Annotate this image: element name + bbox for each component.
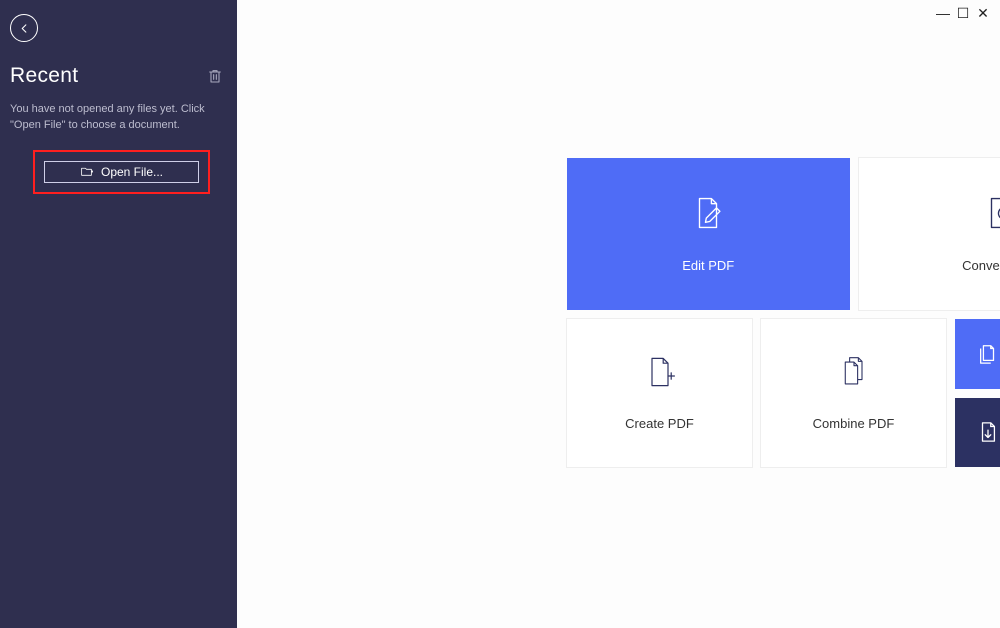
- convert-pdf-card[interactable]: Convert PDF: [859, 158, 1000, 310]
- open-file-button[interactable]: Open File...: [44, 161, 199, 183]
- create-pdf-label: Create PDF: [625, 416, 694, 431]
- edit-pdf-card[interactable]: Edit PDF: [567, 158, 850, 310]
- batch-process-icon: [977, 343, 999, 365]
- pdf-templates-icon: [977, 421, 999, 443]
- pdf-templates-card[interactable]: PDF Templates: [955, 398, 1000, 468]
- convert-pdf-icon: [983, 196, 1000, 230]
- minimize-button[interactable]: —: [936, 6, 950, 20]
- open-file-label: Open File...: [101, 165, 163, 179]
- open-file-icon: [80, 165, 93, 178]
- convert-pdf-label: Convert PDF: [962, 258, 1000, 273]
- batch-process-card[interactable]: Batch Process: [955, 319, 1000, 389]
- action-grid: Edit PDF Convert PDF: [567, 158, 1000, 467]
- sidebar: Recent You have not opened any files yet…: [0, 0, 237, 628]
- open-file-highlight: Open File...: [33, 150, 210, 194]
- back-button[interactable]: [10, 14, 38, 42]
- combine-pdf-label: Combine PDF: [813, 416, 895, 431]
- combine-pdf-card[interactable]: Combine PDF: [761, 319, 946, 467]
- edit-pdf-label: Edit PDF: [682, 258, 734, 273]
- window-controls: — ☐ ✕: [936, 6, 990, 20]
- edit-pdf-icon: [691, 196, 725, 230]
- trash-icon[interactable]: [207, 68, 223, 84]
- combine-pdf-icon: [838, 357, 870, 386]
- chevron-left-icon: [19, 23, 30, 34]
- maximize-button[interactable]: ☐: [956, 6, 970, 20]
- create-pdf-icon: [644, 356, 676, 388]
- recent-title: Recent: [10, 64, 78, 88]
- recent-empty-message: You have not opened any files yet. Click…: [10, 102, 227, 134]
- main-panel: — ☐ ✕ Edit PDF: [237, 0, 1000, 628]
- close-button[interactable]: ✕: [976, 6, 990, 20]
- create-pdf-card[interactable]: Create PDF: [567, 319, 752, 467]
